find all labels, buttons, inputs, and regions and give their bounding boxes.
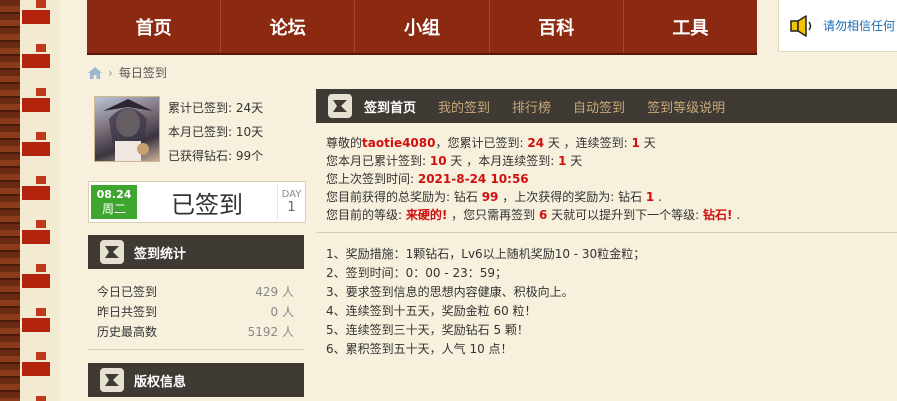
info-text: ，您只需再签到 [447, 208, 539, 222]
copyright-panel-title: 版权信息 [134, 374, 187, 390]
info-text: 您目前获得的总奖励为: 钻石 [326, 190, 482, 204]
rule-item: 3、要求签到信息的思想内容健康、积极向上。 [326, 285, 574, 299]
sign-date: 08.24 [96, 188, 132, 201]
top-nav: 首页 论坛 小组 百科 工具 [87, 0, 757, 55]
info-text: ，您累计已签到: [435, 136, 528, 150]
stats-value: 0 人 [270, 305, 294, 319]
total-days: 24 [527, 136, 545, 150]
info-text: 您上次签到时间: [326, 172, 418, 186]
info-line: 您目前的等级: 来硬的! ，您只需再签到 6 天就可以提升到下一个等级: 钻石!… [326, 206, 740, 224]
nav-group[interactable]: 小组 [355, 0, 490, 53]
stats-row: 昨日共签到 0 人 [97, 302, 294, 322]
site-logo-icon [328, 94, 352, 118]
signed-button[interactable]: 08.24 周二 已签到 DAY 1 [88, 181, 306, 223]
info-text: 天 ，本月连续签到: [446, 154, 559, 168]
info-line: 您本月已累计签到: 10 天 ，本月连续签到: 1 天 [326, 152, 740, 170]
decorative-edge [0, 0, 20, 401]
nav-tools[interactable]: 工具 [624, 0, 757, 53]
month-days: 10 [429, 154, 447, 168]
copyright-panel-header: 版权信息 [88, 363, 304, 397]
info-text: . [732, 208, 741, 222]
avatar-image [103, 99, 153, 161]
username: taotie4080 [362, 136, 436, 150]
breadcrumb-current: 每日签到 [118, 66, 167, 80]
current-level: 来硬的! [405, 208, 448, 222]
site-logo-icon [100, 368, 124, 392]
info-text: 天 ，连续签到: [544, 136, 632, 150]
next-level: 钻石! [703, 208, 733, 222]
info-text: 天 [566, 154, 583, 168]
day-counter: DAY 1 [277, 185, 305, 219]
info-text: ，上次获得的奖励为: 钻石 [498, 190, 646, 204]
day-label: DAY [281, 189, 302, 200]
stats-label: 昨日共签到 [97, 305, 158, 319]
day-value: 1 [287, 200, 296, 215]
signed-label: 已签到 [171, 190, 243, 219]
month-signed-value: 10天 [235, 125, 264, 139]
rule-item: 2、签到时间：0：00 - 23：59； [326, 266, 508, 280]
stats-list: 今日已签到 429 人 昨日共签到 0 人 历史最高数 5192 人 [88, 270, 304, 350]
avatar[interactable] [94, 96, 160, 162]
stats-value: 5192 人 [247, 325, 294, 339]
info-line: 您上次签到时间: 2021-8-24 10:56 [326, 170, 740, 188]
tab-sign-home[interactable]: 签到首页 [364, 97, 416, 116]
rules-list: 1、奖励措施：1颗钻石，Lv6以上随机奖励10 - 30粒金粒； 2、签到时间：… [326, 245, 645, 359]
total-signed-label: 累计已签到: [168, 101, 233, 115]
total-signed-value: 24天 [235, 101, 264, 115]
streak-days: 1 [631, 136, 640, 150]
sign-date-badge: 08.24 周二 [91, 185, 137, 219]
info-text: 尊敬的 [326, 136, 363, 150]
info-line: 您目前获得的总奖励为: 钻石 99 ，上次获得的奖励为: 钻石 1 . [326, 188, 740, 206]
diamond-value: 99个 [235, 149, 264, 163]
divider [316, 232, 897, 233]
home-icon[interactable] [88, 66, 102, 79]
rule-item: 1、奖励措施：1颗钻石，Lv6以上随机奖励10 - 30粒金粒； [326, 247, 646, 261]
tab-auto-sign[interactable]: 自动签到 [573, 97, 625, 116]
diamond-last: 1 [645, 190, 655, 204]
sign-weekday: 周二 [101, 202, 126, 216]
info-text: 天 [639, 136, 656, 150]
rule-item: 4、连续签到十五天，奖励金粒 60 粒！ [326, 304, 537, 318]
rule-item: 5、连续签到三十天，奖励钻石 5 颗！ [326, 323, 529, 337]
tab-ranking[interactable]: 排行榜 [512, 97, 551, 116]
breadcrumb-separator: › [108, 65, 113, 80]
last-sign-time: 2021-8-24 10:56 [417, 172, 529, 186]
user-profile: 累计已签到: 24天 本月已签到: 10天 已获得钻石: 99个 [94, 96, 304, 166]
info-line: 尊敬的taotie4080，您累计已签到: 24 天 ，连续签到: 1 天 [326, 134, 740, 152]
nav-forum[interactable]: 论坛 [221, 0, 356, 53]
stats-panel-header: 签到统计 [88, 235, 304, 269]
tab-level-info[interactable]: 签到等级说明 [647, 97, 725, 116]
notice-box: 请勿相信任何 [778, 0, 897, 52]
rule-item: 6、累积签到五十天，人气 10 点！ [326, 342, 513, 356]
stats-panel-title: 签到统计 [134, 246, 187, 262]
speaker-icon [790, 14, 812, 37]
info-text: 您本月已累计签到: [326, 154, 430, 168]
stats-row: 今日已签到 429 人 [97, 282, 294, 302]
site-logo-icon [100, 240, 124, 264]
decorative-band-inner [36, 0, 46, 401]
info-text: . [654, 190, 662, 204]
diamond-label: 已获得钻石: [168, 149, 233, 163]
diamond-total: 99 [481, 190, 499, 204]
breadcrumb: › 每日签到 [88, 64, 167, 81]
sign-tabs: 签到首页 我的签到 排行榜 自动签到 签到等级说明 [316, 89, 897, 123]
stats-label: 今日已签到 [97, 285, 158, 299]
month-signed-label: 本月已签到: [168, 125, 233, 139]
info-text: 天就可以提升到下一个等级: [547, 208, 704, 222]
sign-info: 尊敬的taotie4080，您累计已签到: 24 天 ，连续签到: 1 天 您本… [326, 134, 740, 224]
nav-wiki[interactable]: 百科 [490, 0, 624, 53]
stats-row: 历史最高数 5192 人 [97, 322, 294, 342]
tab-my-sign[interactable]: 我的签到 [438, 97, 490, 116]
stats-label: 历史最高数 [97, 325, 158, 339]
profile-stats: 累计已签到: 24天 本月已签到: 10天 已获得钻石: 99个 [168, 96, 263, 168]
left-decoration [0, 0, 60, 401]
nav-home[interactable]: 首页 [87, 0, 222, 53]
notice-text[interactable]: 请勿相信任何 [823, 17, 895, 34]
stats-value: 429 人 [255, 285, 294, 299]
info-text: 您目前的等级: [326, 208, 406, 222]
